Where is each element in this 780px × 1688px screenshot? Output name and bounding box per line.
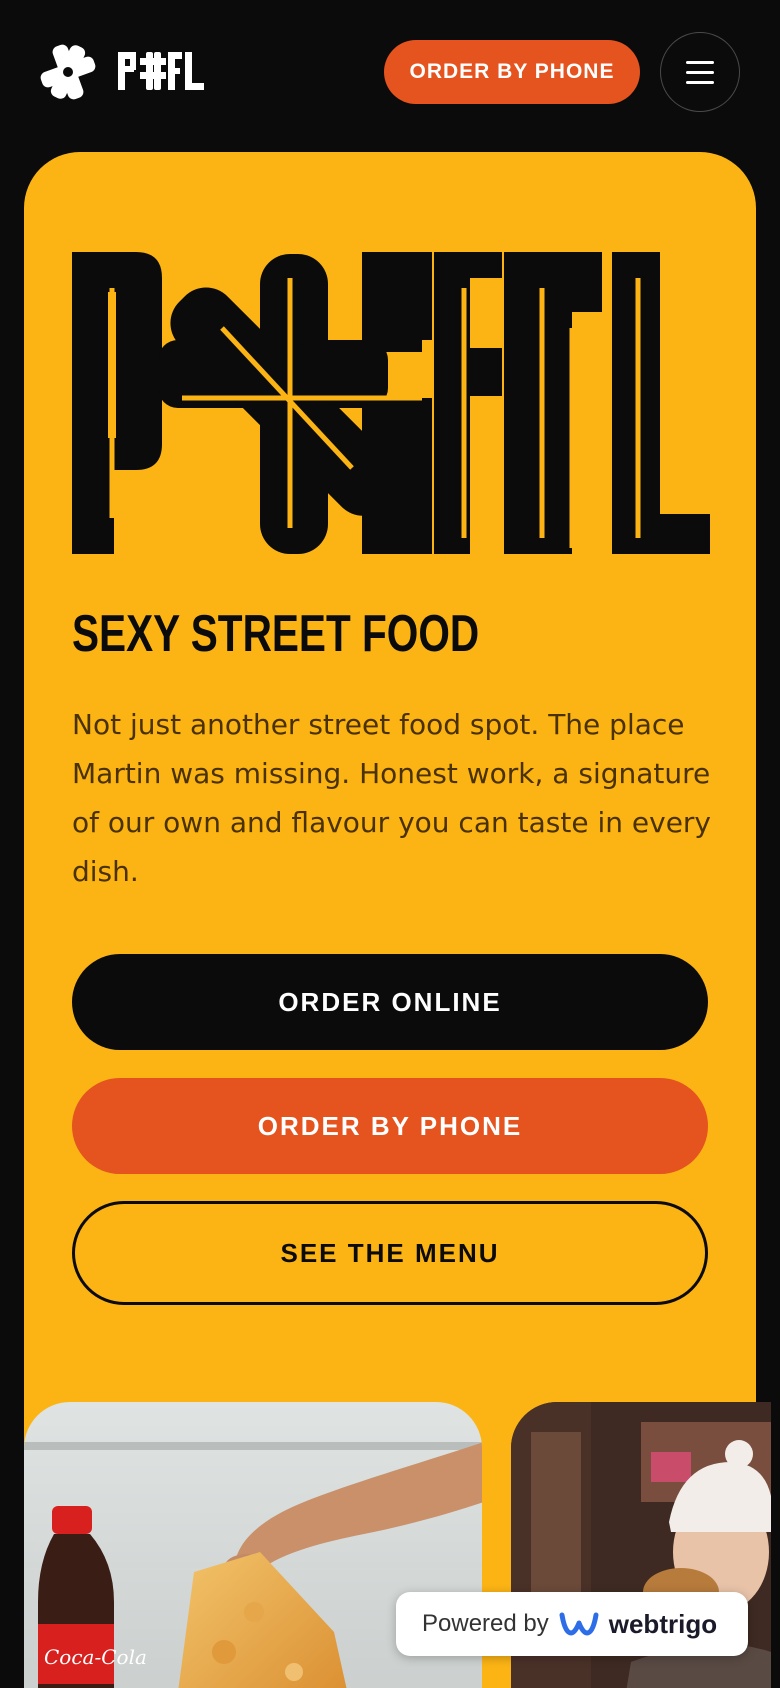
logo-wordmark[interactable]	[118, 48, 204, 94]
hero-title: SEXY STREET FOOD	[72, 605, 480, 663]
powered-by-badge[interactable]: Powered by webtrigo	[396, 1592, 748, 1656]
order-by-phone-button[interactable]: ORDER BY PHONE	[72, 1078, 708, 1174]
webtrigo-brand-label: webtrigo	[608, 1608, 718, 1639]
hero-section: SEXY STREET FOOD Not just another street…	[24, 152, 771, 1688]
hero-description: Not just another street food spot. The p…	[72, 708, 711, 888]
site-header: ORDER BY PHONE	[0, 0, 780, 150]
coca-cola-label: Coca-Cola	[44, 1645, 147, 1669]
powered-by-label: Powered by	[422, 1610, 549, 1637]
see-the-menu-button[interactable]: SEE THE MENU	[72, 1201, 708, 1305]
hamburger-line	[686, 80, 714, 84]
order-online-button[interactable]: ORDER ONLINE	[72, 954, 708, 1050]
header-order-by-phone-button[interactable]: ORDER BY PHONE	[384, 40, 640, 104]
webtrigo-logo-icon	[559, 1612, 599, 1636]
hamburger-line	[686, 70, 714, 74]
hamburger-menu-icon[interactable]	[660, 32, 740, 112]
logo-mark-icon[interactable]	[38, 42, 98, 102]
hero-logo-wordmark	[72, 252, 710, 554]
hamburger-line	[686, 60, 714, 64]
